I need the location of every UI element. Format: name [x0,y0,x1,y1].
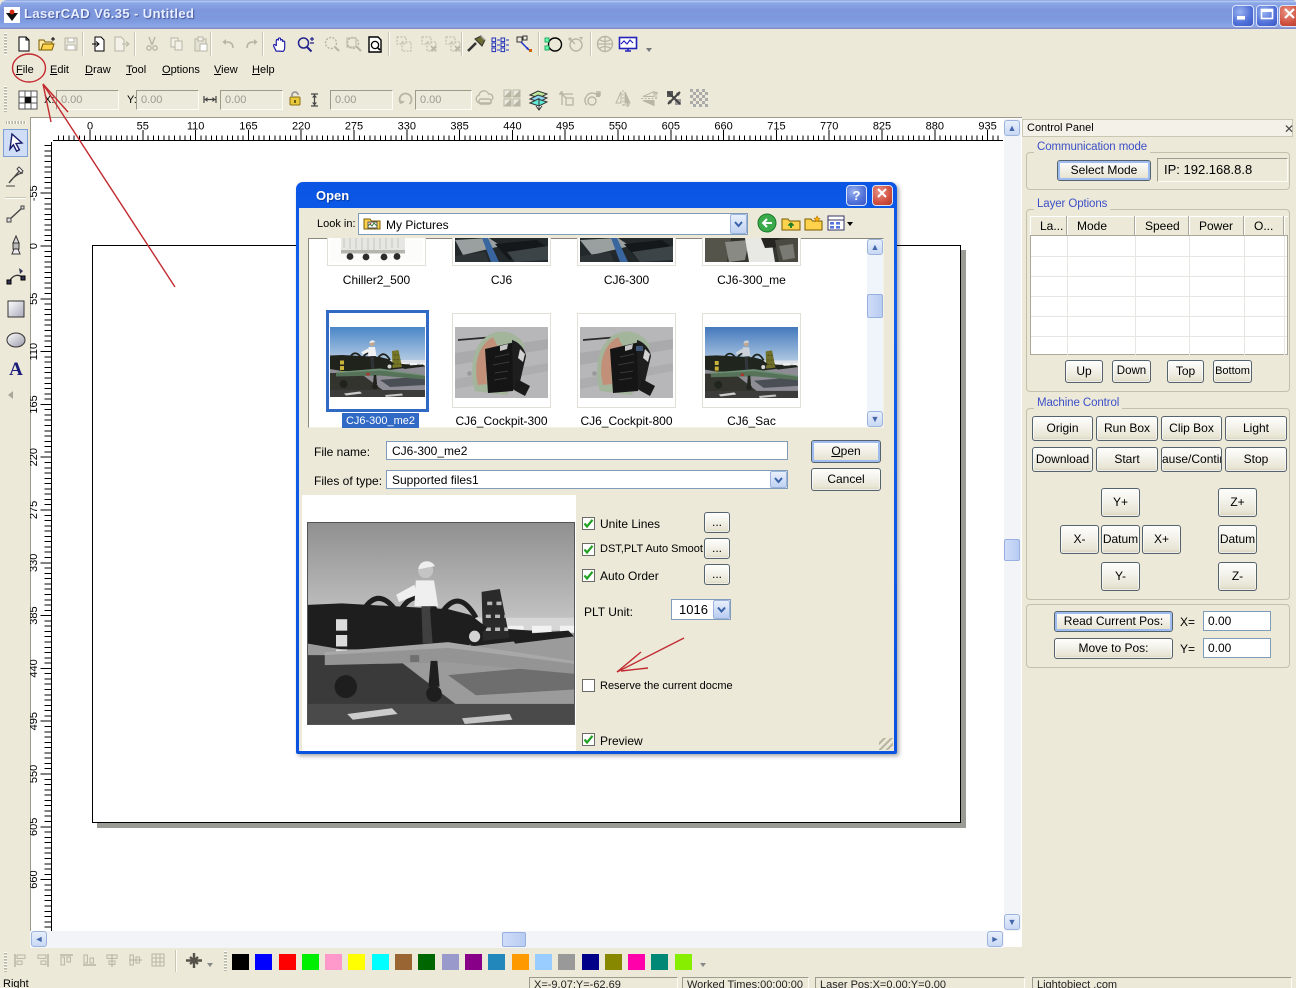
svg-text:-55: -55 [30,185,40,201]
svg-text:605: 605 [30,818,40,836]
svg-text:385: 385 [30,606,40,624]
svg-text:275: 275 [30,501,40,519]
svg-text:55: 55 [30,293,40,305]
svg-text:440: 440 [30,659,40,677]
svg-text:220: 220 [30,448,40,466]
svg-text:550: 550 [30,765,40,783]
svg-text:495: 495 [30,712,40,730]
svg-text:165: 165 [30,395,40,413]
svg-text:110: 110 [30,343,40,361]
svg-text:0: 0 [30,243,40,249]
svg-text:660: 660 [30,870,40,888]
svg-text:330: 330 [30,554,40,572]
